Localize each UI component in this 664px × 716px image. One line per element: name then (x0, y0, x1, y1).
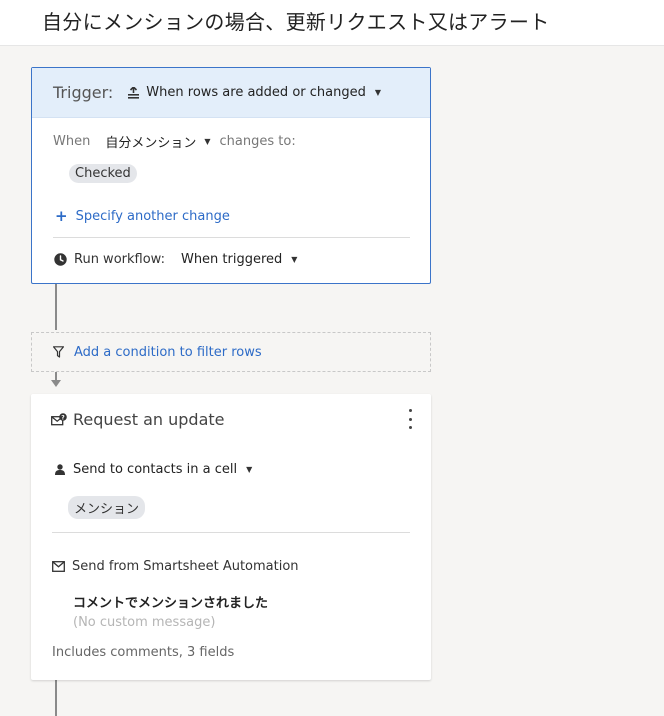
add-filter-condition-label: Add a condition to filter rows (74, 344, 262, 360)
connector-line-bottom (55, 680, 57, 716)
divider (53, 237, 410, 238)
specify-another-change-label: Specify another change (75, 208, 230, 224)
funnel-icon (53, 346, 64, 358)
action-header: ? Request an update (51, 410, 224, 429)
action-block-request-update[interactable]: ? Request an update Send to contacts in … (31, 394, 431, 680)
trigger-label: Trigger: (53, 83, 114, 102)
trigger-header: Trigger: When rows are added or changed … (32, 68, 430, 118)
chevron-down-icon: ▼ (374, 88, 381, 97)
sender-row: Send from Smartsheet Automation (52, 559, 299, 574)
kebab-dot (408, 426, 412, 429)
divider (52, 532, 410, 533)
sender-label: Send from Smartsheet Automation (72, 559, 299, 574)
specify-another-change-link[interactable]: + Specify another change (55, 207, 230, 225)
run-workflow-value: When triggered (180, 252, 283, 267)
add-filter-condition[interactable]: Add a condition to filter rows (31, 332, 431, 372)
clock-icon (54, 253, 67, 266)
page-title: 自分にメンションの場合、更新リクエスト又はアラート (42, 10, 550, 34)
kebab-dot (408, 417, 412, 421)
trigger-event-value: When rows are added or changed (146, 85, 366, 100)
run-workflow-dropdown[interactable]: When triggered ▼ (181, 252, 297, 267)
recipients-dropdown[interactable]: Send to contacts in a cell ▼ (55, 462, 252, 477)
kebab-dot (408, 409, 412, 412)
when-label: When (53, 134, 91, 149)
connector-line-top (55, 284, 57, 330)
top-bar: 自分にメンションの場合、更新リクエスト又はアラート (0, 0, 664, 46)
chevron-down-icon: ▼ (204, 137, 211, 146)
value-chip-checked[interactable]: Checked (69, 164, 137, 183)
column-value: 自分メンション (105, 136, 197, 151)
plus-icon: + (55, 207, 68, 225)
more-vertical-icon[interactable] (404, 409, 416, 429)
envelope-icon (52, 561, 65, 572)
custom-message-placeholder[interactable]: (No custom message) (73, 615, 215, 630)
run-workflow-row: Run workflow: When triggered ▼ (54, 252, 297, 267)
message-subject[interactable]: コメントでメンションされました (73, 592, 268, 611)
column-dropdown[interactable]: 自分メンション ▼ (105, 132, 210, 151)
request-update-icon: ? (51, 412, 67, 425)
condition-row: When 自分メンション ▼ changes to: (53, 132, 296, 151)
svg-text:?: ? (61, 414, 65, 421)
chevron-down-icon: ▼ (291, 255, 298, 264)
trigger-event-dropdown[interactable]: When rows are added or changed ▼ (127, 85, 381, 100)
chevron-down-icon: ▼ (246, 465, 253, 474)
rows-change-icon (128, 86, 140, 99)
action-title: Request an update (73, 410, 225, 429)
run-workflow-label: Run workflow: (74, 252, 165, 267)
recipient-chip[interactable]: メンション (68, 496, 146, 519)
includes-summary[interactable]: Includes comments, 3 fields (52, 645, 234, 660)
changes-to-label: changes to: (219, 134, 296, 149)
trigger-block[interactable]: Trigger: When rows are added or changed … (31, 67, 431, 284)
recipients-value: Send to contacts in a cell (73, 462, 238, 477)
connector-arrow (51, 380, 61, 387)
person-icon (55, 464, 65, 475)
